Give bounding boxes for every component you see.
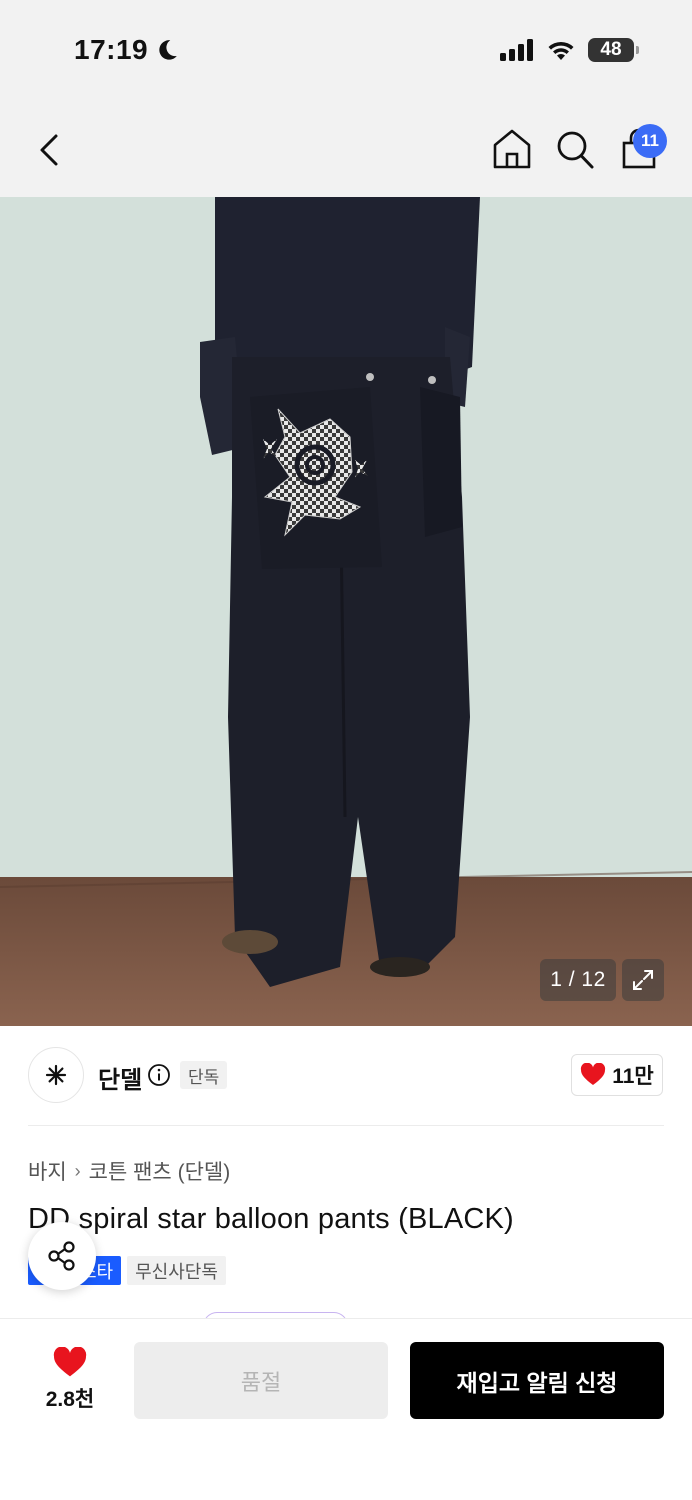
brand-name[interactable]: 단델 — [98, 1060, 142, 1095]
wishlist-count: 2.8천 — [45, 1388, 95, 1411]
share-icon — [48, 1241, 75, 1271]
exclusive-badge: 단독 — [180, 1061, 228, 1089]
search-icon[interactable] — [553, 126, 597, 172]
divider — [28, 1125, 664, 1126]
brand-row: 단델 단독 11만 — [0, 1026, 692, 1126]
brand-like-count: 11만 — [612, 1065, 654, 1088]
heart-icon — [581, 1063, 606, 1085]
battery-level: 48 — [600, 39, 622, 60]
home-icon[interactable] — [490, 126, 534, 172]
breadcrumb-category[interactable]: 바지 — [28, 1156, 67, 1186]
status-time-text: 17:19 — [74, 34, 149, 65]
heart-icon — [53, 1347, 87, 1377]
status-indicators: 48 — [500, 38, 639, 62]
product-photo — [0, 197, 692, 1026]
status-time: 17:19 — [74, 34, 180, 66]
expand-image-button[interactable] — [622, 959, 664, 1001]
status-bar: 17:19 48 — [0, 0, 692, 100]
brand-logo-icon — [45, 1064, 67, 1086]
info-icon[interactable] — [147, 1063, 171, 1087]
wifi-icon — [548, 41, 574, 60]
image-counter: 1 / 12 — [540, 959, 616, 1001]
back-icon[interactable] — [30, 128, 70, 172]
brand-like-button[interactable]: 11만 — [571, 1054, 663, 1096]
product-image-gallery[interactable] — [0, 197, 692, 1026]
brand-logo[interactable] — [28, 1047, 84, 1103]
top-navigation: 11 — [0, 100, 692, 197]
product-title: DD spiral star balloon pants (BLACK) — [28, 1203, 514, 1235]
restock-alert-button[interactable]: 재입고 알림 신청 — [410, 1342, 664, 1419]
wishlist-button[interactable]: 2.8천 — [30, 1347, 110, 1417]
soldout-button[interactable]: 품절 — [134, 1342, 388, 1419]
bottom-action-bar: 2.8천 품절 재입고 알림 신청 — [0, 1318, 692, 1500]
signal-icon — [500, 39, 533, 61]
chevron-right-icon: › — [74, 1160, 81, 1181]
expand-icon — [633, 970, 653, 990]
breadcrumb: 바지 › 코튼 팬츠 (단델) — [28, 1156, 230, 1186]
share-button[interactable] — [28, 1222, 96, 1290]
battery-icon: 48 — [588, 38, 639, 62]
cart-count-badge: 11 — [633, 124, 667, 158]
breadcrumb-subcategory[interactable]: 코튼 팬츠 (단델) — [89, 1156, 231, 1186]
moon-icon — [159, 40, 177, 60]
tag-musinsa-exclusive: 무신사단독 — [127, 1256, 226, 1285]
